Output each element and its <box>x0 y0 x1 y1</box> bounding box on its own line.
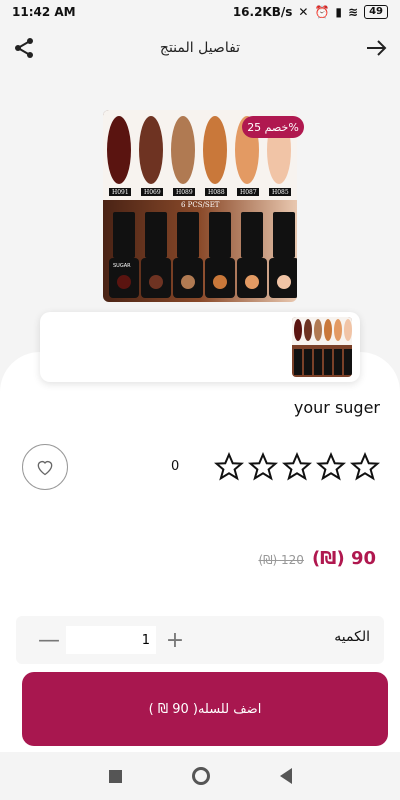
thumbnail-graphic <box>292 317 352 377</box>
price-row: 90 (₪) 120 (₪) <box>258 548 376 569</box>
star-icon[interactable] <box>248 452 278 482</box>
signal-icon: ▮ <box>335 5 343 19</box>
price-new: 90 (₪) <box>311 548 376 569</box>
star-icon[interactable] <box>282 452 312 482</box>
share-icon[interactable] <box>12 36 36 60</box>
shade-label-1: H091 <box>112 189 129 196</box>
quantity-input[interactable] <box>66 626 156 654</box>
quantity-label: الكميه <box>334 629 370 645</box>
wifi-icon: ≋ <box>348 5 359 19</box>
status-bar: 11:42 AM 16.2KB/s ✕ ⏰ ▮ ≋ 49 <box>0 0 400 24</box>
shade-label-2: H069 <box>144 189 161 196</box>
header: تفاصيل المنتج <box>0 24 400 72</box>
quantity-minus-button[interactable]: — <box>34 625 64 655</box>
star-icon[interactable] <box>350 452 380 482</box>
status-time: 11:42 AM <box>12 5 76 19</box>
product-image[interactable]: H091 H069 H089 H088 H087 H085 6 PCS/SET <box>103 110 297 302</box>
price-old: 120 (₪) <box>258 553 304 567</box>
nail-polish-set-graphic: H091 H069 H089 H088 H087 H085 6 PCS/SET <box>103 110 297 302</box>
product-thumbnail[interactable] <box>292 317 352 377</box>
status-icons: 16.2KB/s ✕ ⏰ ▮ ≋ 49 <box>233 5 388 19</box>
add-to-cart-button[interactable]: اضف للسله( 90 ₪ ) <box>22 672 388 746</box>
bottle-brand-label: SUGAR <box>113 263 131 269</box>
set-label: 6 PCS/SET <box>181 201 220 209</box>
favorite-button[interactable] <box>22 444 68 490</box>
star-icon[interactable] <box>214 452 244 482</box>
shade-label-6: H085 <box>272 189 289 196</box>
mute-icon: ✕ <box>298 5 309 19</box>
shade-label-5: H087 <box>240 189 257 196</box>
heart-icon <box>37 460 53 476</box>
quantity-plus-button[interactable]: + <box>160 625 190 655</box>
star-icon[interactable] <box>316 452 346 482</box>
home-icon[interactable] <box>191 767 210 785</box>
shade-label-3: H089 <box>176 189 193 196</box>
product-name: your suger <box>293 398 380 417</box>
discount-badge: خصم 25% <box>242 116 304 138</box>
shade-label-4: H088 <box>208 189 225 196</box>
recents-icon[interactable] <box>108 769 122 783</box>
quantity-row: الكميه — + <box>16 616 384 664</box>
alarm-icon: ⏰ <box>314 5 330 19</box>
battery-icon: 49 <box>364 5 388 19</box>
rating-stars[interactable] <box>214 452 380 482</box>
back-icon[interactable] <box>279 768 292 784</box>
network-speed: 16.2KB/s <box>232 5 293 19</box>
page-title: تفاصيل المنتج <box>159 40 241 56</box>
system-nav-bar <box>0 752 400 800</box>
back-arrow-icon[interactable] <box>364 36 388 60</box>
rating-count: 0 <box>171 459 180 474</box>
thumbnail-card <box>40 312 360 382</box>
